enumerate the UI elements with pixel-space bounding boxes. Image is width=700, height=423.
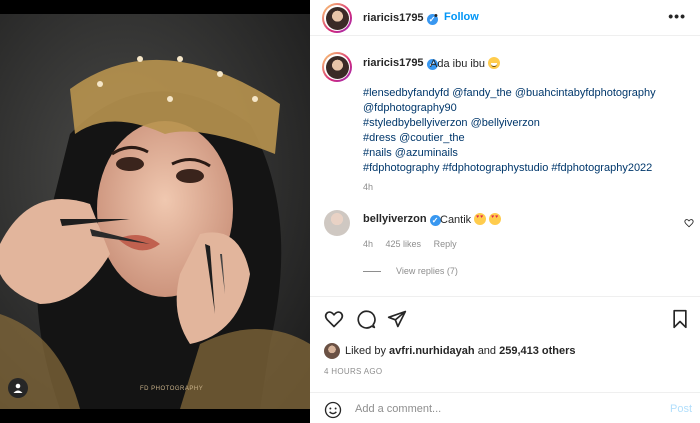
commenter-username[interactable]: bellyiverzon ✓ bbox=[363, 213, 441, 226]
add-comment-bar: Post bbox=[310, 392, 700, 423]
photo-watermark: FD PHOTOGRAPHY bbox=[140, 386, 204, 392]
hashtag-line[interactable]: #dress @coutier_the bbox=[363, 131, 656, 146]
comment-meta: 4h 425 likes Reply bbox=[363, 239, 467, 249]
author-avatar[interactable] bbox=[322, 3, 352, 33]
instagram-post: FD PHOTOGRAPHY riaricis1795 ✓ • Follow ••… bbox=[0, 0, 700, 423]
heart-eyes-emoji-icon bbox=[474, 213, 487, 225]
photo-area: FD PHOTOGRAPHY bbox=[0, 0, 310, 423]
caption-hashtags: #lensedbyfandyfd @fandy_the @buahcintaby… bbox=[363, 86, 656, 176]
comment-text: Cantik bbox=[440, 213, 502, 226]
liked-by-prefix: Liked by bbox=[345, 345, 386, 357]
post-photo[interactable] bbox=[0, 14, 310, 409]
hashtag-line[interactable]: @fdphotography90 bbox=[363, 101, 656, 116]
comment-text-body: Cantik bbox=[440, 214, 472, 226]
tagged-users-button[interactable] bbox=[8, 378, 28, 398]
more-options-icon[interactable]: ••• bbox=[668, 8, 686, 24]
user-icon bbox=[13, 383, 23, 393]
liker-avatar[interactable] bbox=[324, 343, 340, 359]
caption-timestamp[interactable]: 4h bbox=[363, 182, 373, 192]
author-username-text[interactable]: riaricis1795 bbox=[363, 12, 424, 24]
post-comment-button[interactable]: Post bbox=[670, 403, 692, 415]
comment-input[interactable] bbox=[355, 401, 655, 417]
comment-likes[interactable]: 425 likes bbox=[386, 239, 422, 249]
likes-count[interactable]: 259,413 others bbox=[499, 345, 575, 357]
reply-button[interactable]: Reply bbox=[434, 239, 457, 249]
liker-username[interactable]: avfri.nurhidayah bbox=[389, 345, 475, 357]
comment-timestamp[interactable]: 4h bbox=[363, 239, 373, 249]
caption-author-avatar[interactable] bbox=[322, 52, 352, 82]
commenter-username-text[interactable]: bellyiverzon bbox=[363, 213, 427, 225]
author-username[interactable]: riaricis1795 ✓ bbox=[363, 12, 438, 25]
hashtag-line[interactable]: #lensedbyfandyfd @fandy_the @buahcintaby… bbox=[363, 86, 656, 101]
save-bookmark-icon[interactable] bbox=[670, 309, 690, 329]
replies-divider bbox=[363, 270, 381, 272]
caption-text-body: Ada ibu ibu bbox=[430, 58, 486, 70]
post-timestamp[interactable]: 4 HOURS AGO bbox=[324, 367, 382, 376]
comment-bubble-icon[interactable] bbox=[356, 309, 376, 329]
follow-button[interactable]: Follow bbox=[444, 11, 479, 23]
post-details-panel: riaricis1795 ✓ • Follow ••• riaricis1795 ✓… bbox=[310, 0, 700, 423]
share-paper-plane-icon[interactable] bbox=[387, 309, 407, 329]
caption-username[interactable]: riaricis1795 ✓ bbox=[363, 57, 438, 70]
separator-dot: • bbox=[434, 10, 438, 22]
liked-by: Liked by avfri.nurhidayah and 259,413 ot… bbox=[324, 343, 576, 359]
view-replies-label[interactable]: View replies (7) bbox=[396, 266, 458, 276]
portrait-image bbox=[0, 14, 310, 409]
post-actions bbox=[310, 296, 700, 340]
post-header: riaricis1795 ✓ • Follow ••• bbox=[310, 0, 700, 36]
commenter-avatar[interactable] bbox=[324, 210, 350, 236]
hashtag-line[interactable]: #fdphotography #fdphotographystudio #fdp… bbox=[363, 161, 656, 176]
comment-like-heart-icon[interactable] bbox=[684, 218, 694, 228]
emoji-smiley-icon[interactable] bbox=[324, 401, 342, 419]
caption-text: Ada ibu ibu bbox=[430, 57, 501, 70]
hashtag-line[interactable]: #styledbybellyiverzon @bellyiverzon bbox=[363, 116, 656, 131]
grin-emoji-icon bbox=[488, 57, 501, 69]
caption-username-text[interactable]: riaricis1795 bbox=[363, 57, 424, 69]
hashtag-line[interactable]: #nails @azuminails bbox=[363, 146, 656, 161]
view-replies[interactable]: View replies (7) bbox=[363, 266, 458, 276]
liked-by-and: and bbox=[477, 345, 497, 357]
heart-eyes-emoji-icon bbox=[489, 213, 502, 225]
like-heart-icon[interactable] bbox=[324, 309, 344, 329]
verified-badge-icon: ✓ bbox=[429, 215, 441, 226]
